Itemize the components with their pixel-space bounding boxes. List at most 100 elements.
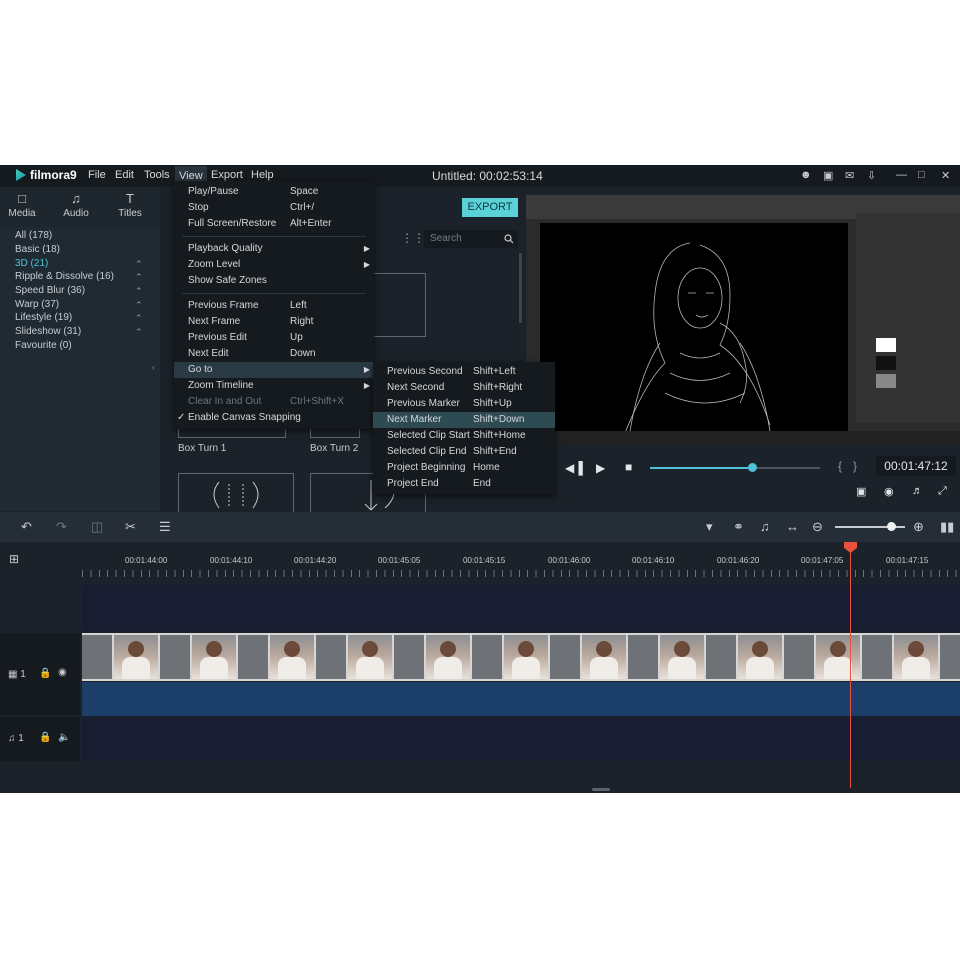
- category-basic[interactable]: Basic (18): [15, 244, 60, 255]
- mark-in-icon[interactable]: {: [838, 459, 842, 473]
- marker-icon[interactable]: ▾: [706, 519, 713, 535]
- menu-item-shortcut: Up: [290, 332, 303, 343]
- menu-edit[interactable]: Edit: [115, 169, 134, 181]
- stop-icon[interactable]: ■: [625, 460, 632, 474]
- zoom-in-icon[interactable]: ⊕: [913, 519, 924, 535]
- menu-selected-clip-end[interactable]: Selected Clip End Shift+End: [373, 444, 555, 460]
- menu-next-marker[interactable]: Next Marker Shift+Down: [373, 412, 555, 428]
- timeline-ruler[interactable]: ⊞ 00:01:44:00 00:01:44:10 00:01:44:20 00…: [0, 543, 960, 577]
- audio-track-area[interactable]: [82, 717, 960, 761]
- zoom-out-icon[interactable]: ⊖: [812, 519, 823, 535]
- playback-progress-knob[interactable]: [748, 463, 757, 472]
- menu-project-end[interactable]: Project End End: [373, 476, 555, 492]
- step-back-icon[interactable]: ◀▐: [565, 461, 583, 475]
- search-input[interactable]: Search: [424, 230, 518, 248]
- menu-go-to[interactable]: Go to ▶: [174, 362, 374, 378]
- fullscreen-icon[interactable]: ⤢: [938, 485, 947, 498]
- menu-enable-canvas-snapping[interactable]: ✓ Enable Canvas Snapping: [174, 410, 374, 426]
- mark-out-icon[interactable]: }: [853, 459, 857, 473]
- export-button[interactable]: EXPORT: [462, 198, 518, 217]
- microphone-icon[interactable]: ⚭: [733, 519, 744, 535]
- render-preview-icon[interactable]: ▣: [856, 485, 866, 498]
- menu-show-safe-zones[interactable]: Show Safe Zones: [174, 273, 374, 289]
- category-lifestyle[interactable]: Lifestyle (19): [15, 312, 72, 323]
- maximize-icon[interactable]: □: [918, 169, 925, 181]
- collapse-icon[interactable]: ⌃: [135, 327, 143, 338]
- collapse-icon[interactable]: ⌃: [135, 259, 143, 270]
- video-track-number: 1: [20, 669, 26, 680]
- speaker-icon[interactable]: 🔈: [58, 732, 70, 743]
- library-scrollbar[interactable]: [519, 253, 522, 323]
- panel-toggle-icon[interactable]: ▮▮: [940, 519, 954, 535]
- collapse-icon[interactable]: ⌃: [135, 313, 143, 324]
- menu-tools[interactable]: Tools: [144, 169, 170, 181]
- tab-media[interactable]: □ Media: [2, 191, 42, 219]
- menu-stop[interactable]: Stop Ctrl+/: [174, 200, 374, 216]
- menu-item-shortcut: End: [473, 478, 491, 489]
- tab-titles[interactable]: T Titles: [110, 191, 150, 219]
- rotate-arrows-icon: [213, 481, 259, 509]
- collapse-icon[interactable]: ⌃: [135, 300, 143, 311]
- menu-item-shortcut: Home: [473, 462, 500, 473]
- category-all[interactable]: All (178): [15, 230, 52, 241]
- menu-zoom-timeline[interactable]: Zoom Timeline ▶: [174, 378, 374, 394]
- menu-project-beginning[interactable]: Project Beginning Home: [373, 460, 555, 476]
- transition-thumb-3[interactable]: [178, 473, 294, 515]
- lock-icon[interactable]: 🔒: [39, 668, 51, 679]
- menu-play-pause[interactable]: Play/Pause Space: [174, 184, 374, 200]
- panel-collapse-icon[interactable]: ‹: [152, 362, 155, 372]
- menu-previous-edit[interactable]: Previous Edit Up: [174, 330, 374, 346]
- redo-icon[interactable]: ↷: [56, 519, 67, 535]
- menu-next-second[interactable]: Next Second Shift+Right: [373, 380, 555, 396]
- grid-view-icon[interactable]: ⋮⋮: [401, 231, 425, 245]
- menu-previous-second[interactable]: Previous Second Shift+Left: [373, 364, 555, 380]
- ruler-label: 00:01:44:20: [294, 556, 337, 565]
- undo-icon[interactable]: ↶: [21, 519, 32, 535]
- category-slideshow[interactable]: Slideshow (31): [15, 326, 81, 337]
- play-icon[interactable]: ▶: [596, 461, 605, 475]
- menu-clear-in-out[interactable]: Clear In and Out Ctrl+Shift+X: [174, 394, 374, 410]
- timeline-zoom-knob[interactable]: [887, 522, 896, 531]
- tab-audio[interactable]: ♫ Audio: [56, 191, 96, 219]
- playhead[interactable]: [850, 543, 851, 788]
- audio-mixer-icon[interactable]: ♫: [760, 519, 770, 534]
- category-speed-blur[interactable]: Speed Blur (36): [15, 285, 85, 296]
- volume-icon[interactable]: ♬: [912, 485, 923, 497]
- save-icon[interactable]: ▣: [823, 169, 833, 182]
- fit-timeline-icon[interactable]: ↔: [786, 519, 799, 534]
- video-clip-audio[interactable]: [82, 682, 960, 716]
- category-favourite[interactable]: Favourite (0): [15, 340, 72, 351]
- menu-zoom-level[interactable]: Zoom Level ▶: [174, 257, 374, 273]
- adjust-icon[interactable]: ☰: [159, 519, 171, 535]
- category-ripple-dissolve[interactable]: Ripple & Dissolve (16): [15, 271, 114, 282]
- collapse-icon[interactable]: ⌃: [135, 286, 143, 297]
- menu-help[interactable]: Help: [251, 169, 274, 181]
- account-icon[interactable]: ☻: [800, 169, 812, 181]
- menu-next-frame[interactable]: Next Frame Right: [174, 314, 374, 330]
- collapse-icon[interactable]: ⌃: [135, 272, 143, 283]
- category-3d[interactable]: 3D (21): [15, 258, 48, 269]
- menu-playback-quality[interactable]: Playback Quality ▶: [174, 241, 374, 257]
- lock-icon[interactable]: 🔒: [39, 732, 51, 743]
- menu-file[interactable]: File: [88, 169, 106, 181]
- close-icon[interactable]: ✕: [941, 169, 950, 182]
- menu-next-edit[interactable]: Next Edit Down: [174, 346, 374, 362]
- snapshot-icon[interactable]: ◉: [884, 485, 894, 498]
- minimize-icon[interactable]: —: [896, 169, 907, 181]
- eye-icon[interactable]: ◉: [58, 667, 67, 678]
- mail-icon[interactable]: ✉: [845, 169, 854, 182]
- menu-export[interactable]: Export: [211, 169, 243, 181]
- download-icon[interactable]: ⇩: [867, 169, 876, 182]
- resize-handle[interactable]: [592, 788, 610, 791]
- menu-selected-clip-start[interactable]: Selected Clip Start Shift+Home: [373, 428, 555, 444]
- category-warp[interactable]: Warp (37): [15, 299, 59, 310]
- add-track-icon[interactable]: ⊞: [9, 552, 19, 566]
- empty-track-area[interactable]: [82, 585, 960, 631]
- delete-icon[interactable]: ◫: [91, 519, 103, 535]
- video-clip[interactable]: [82, 633, 960, 681]
- menu-full-screen[interactable]: Full Screen/Restore Alt+Enter: [174, 216, 374, 232]
- menu-previous-frame[interactable]: Previous Frame Left: [174, 298, 374, 314]
- cut-icon[interactable]: ✂: [125, 519, 136, 535]
- menu-previous-marker[interactable]: Previous Marker Shift+Up: [373, 396, 555, 412]
- playback-progress[interactable]: [650, 463, 820, 472]
